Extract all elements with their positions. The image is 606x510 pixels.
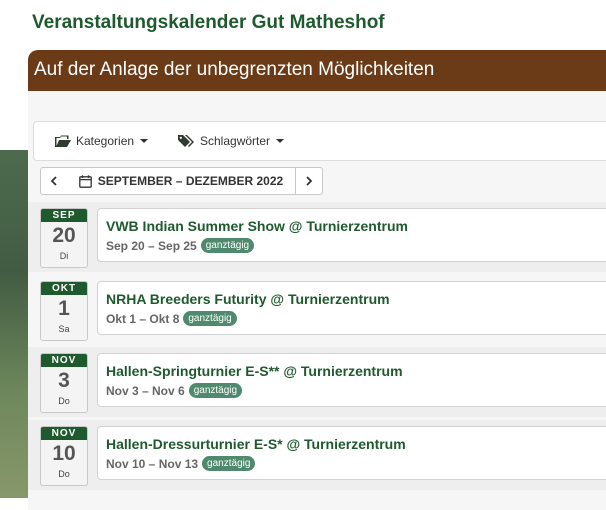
event-dates: Sep 20 – Sep 25 — [106, 238, 197, 253]
event-card[interactable]: VWB Indian Summer Show @ Turnierzentrum … — [97, 208, 606, 262]
calendar-header: Auf der Anlage der unbegrenzten Möglichk… — [28, 50, 606, 91]
tags-filter-label: Schlagwörter — [200, 134, 271, 148]
event-weekday: Do — [58, 469, 70, 479]
event-month: SEP — [41, 209, 87, 222]
event-title[interactable]: NRHA Breeders Futurity @ Turnierzentrum — [106, 291, 390, 307]
allday-badge: ganztägig — [200, 238, 255, 253]
event-title[interactable]: Hallen-Dressurturnier E-S* @ Turnierzent… — [106, 436, 406, 452]
event-meta: Nov 3 – Nov 6 ganztägig — [106, 383, 243, 398]
event-card[interactable]: Hallen-Springturnier E-S** @ Turnierzent… — [97, 353, 606, 407]
next-range-button[interactable] — [296, 167, 323, 195]
event-weekday: Di — [59, 251, 69, 261]
event-title[interactable]: VWB Indian Summer Show @ Turnierzentrum — [106, 218, 408, 234]
calendar-widget: Auf der Anlage der unbegrenzten Möglichk… — [28, 50, 606, 510]
event-weekday: Sa — [58, 324, 70, 334]
event-meta: Nov 10 – Nov 13 ganztägig — [106, 456, 256, 471]
calendar-icon — [78, 174, 92, 188]
event-day: 10 — [52, 442, 76, 465]
event-day: 1 — [58, 297, 70, 320]
folder-open-icon — [55, 135, 71, 147]
chevron-down-icon — [276, 139, 285, 143]
event-meta: Sep 20 – Sep 25 ganztägig — [106, 238, 255, 253]
tags-icon — [178, 135, 194, 147]
event-meta: Okt 1 – Okt 8 ganztägig — [106, 311, 237, 326]
event-row: NOV 3 Do Hallen-Springturnier E-S** @ Tu… — [28, 347, 606, 417]
event-date-badge: NOV 3 Do — [40, 353, 88, 413]
event-day: 3 — [58, 369, 70, 392]
event-title[interactable]: Hallen-Springturnier E-S** @ Turnierzent… — [106, 363, 403, 379]
event-dates: Nov 3 – Nov 6 — [106, 383, 185, 398]
event-row: NOV 10 Do Hallen-Dressurturnier E-S* @ T… — [28, 420, 606, 490]
event-dates: Nov 10 – Nov 13 — [106, 456, 199, 471]
event-date-badge: NOV 10 Do — [40, 426, 88, 486]
event-weekday: Do — [58, 396, 70, 406]
event-card[interactable]: Hallen-Dressurturnier E-S* @ Turnierzent… — [97, 426, 606, 480]
filter-bar: Kategorien Schlagwörter — [33, 121, 606, 161]
tags-filter-button[interactable]: Schlagwörter — [178, 122, 285, 160]
chevron-right-icon — [306, 176, 313, 186]
event-row: SEP 20 Di VWB Indian Summer Show @ Turni… — [28, 202, 606, 272]
event-date-badge: OKT 1 Sa — [40, 281, 88, 341]
allday-badge: ganztägig — [183, 311, 237, 326]
chevron-left-icon — [50, 176, 57, 186]
event-card[interactable]: NRHA Breeders Futurity @ Turnierzentrum … — [97, 281, 606, 335]
categories-filter-button[interactable]: Kategorien — [55, 122, 149, 160]
event-month: NOV — [41, 427, 87, 440]
allday-badge: ganztägig — [188, 383, 243, 398]
date-range-button[interactable]: SEPTEMBER – DEZEMBER 2022 — [67, 167, 296, 195]
chevron-down-icon — [140, 139, 149, 143]
event-date-badge: SEP 20 Di — [40, 208, 88, 268]
allday-badge: ganztägig — [202, 456, 256, 471]
event-month: NOV — [41, 354, 87, 367]
page-title: Veranstaltungskalender Gut Matheshof — [32, 12, 385, 33]
event-month: OKT — [41, 282, 87, 295]
previous-range-button[interactable] — [40, 167, 68, 195]
event-dates: Okt 1 – Okt 8 — [106, 311, 180, 326]
categories-filter-label: Kategorien — [76, 134, 135, 148]
background-photo-strip — [0, 150, 28, 498]
date-range-label: SEPTEMBER – DEZEMBER 2022 — [97, 174, 284, 188]
event-day: 20 — [52, 224, 76, 247]
event-row: OKT 1 Sa NRHA Breeders Futurity @ Turnie… — [28, 275, 606, 345]
